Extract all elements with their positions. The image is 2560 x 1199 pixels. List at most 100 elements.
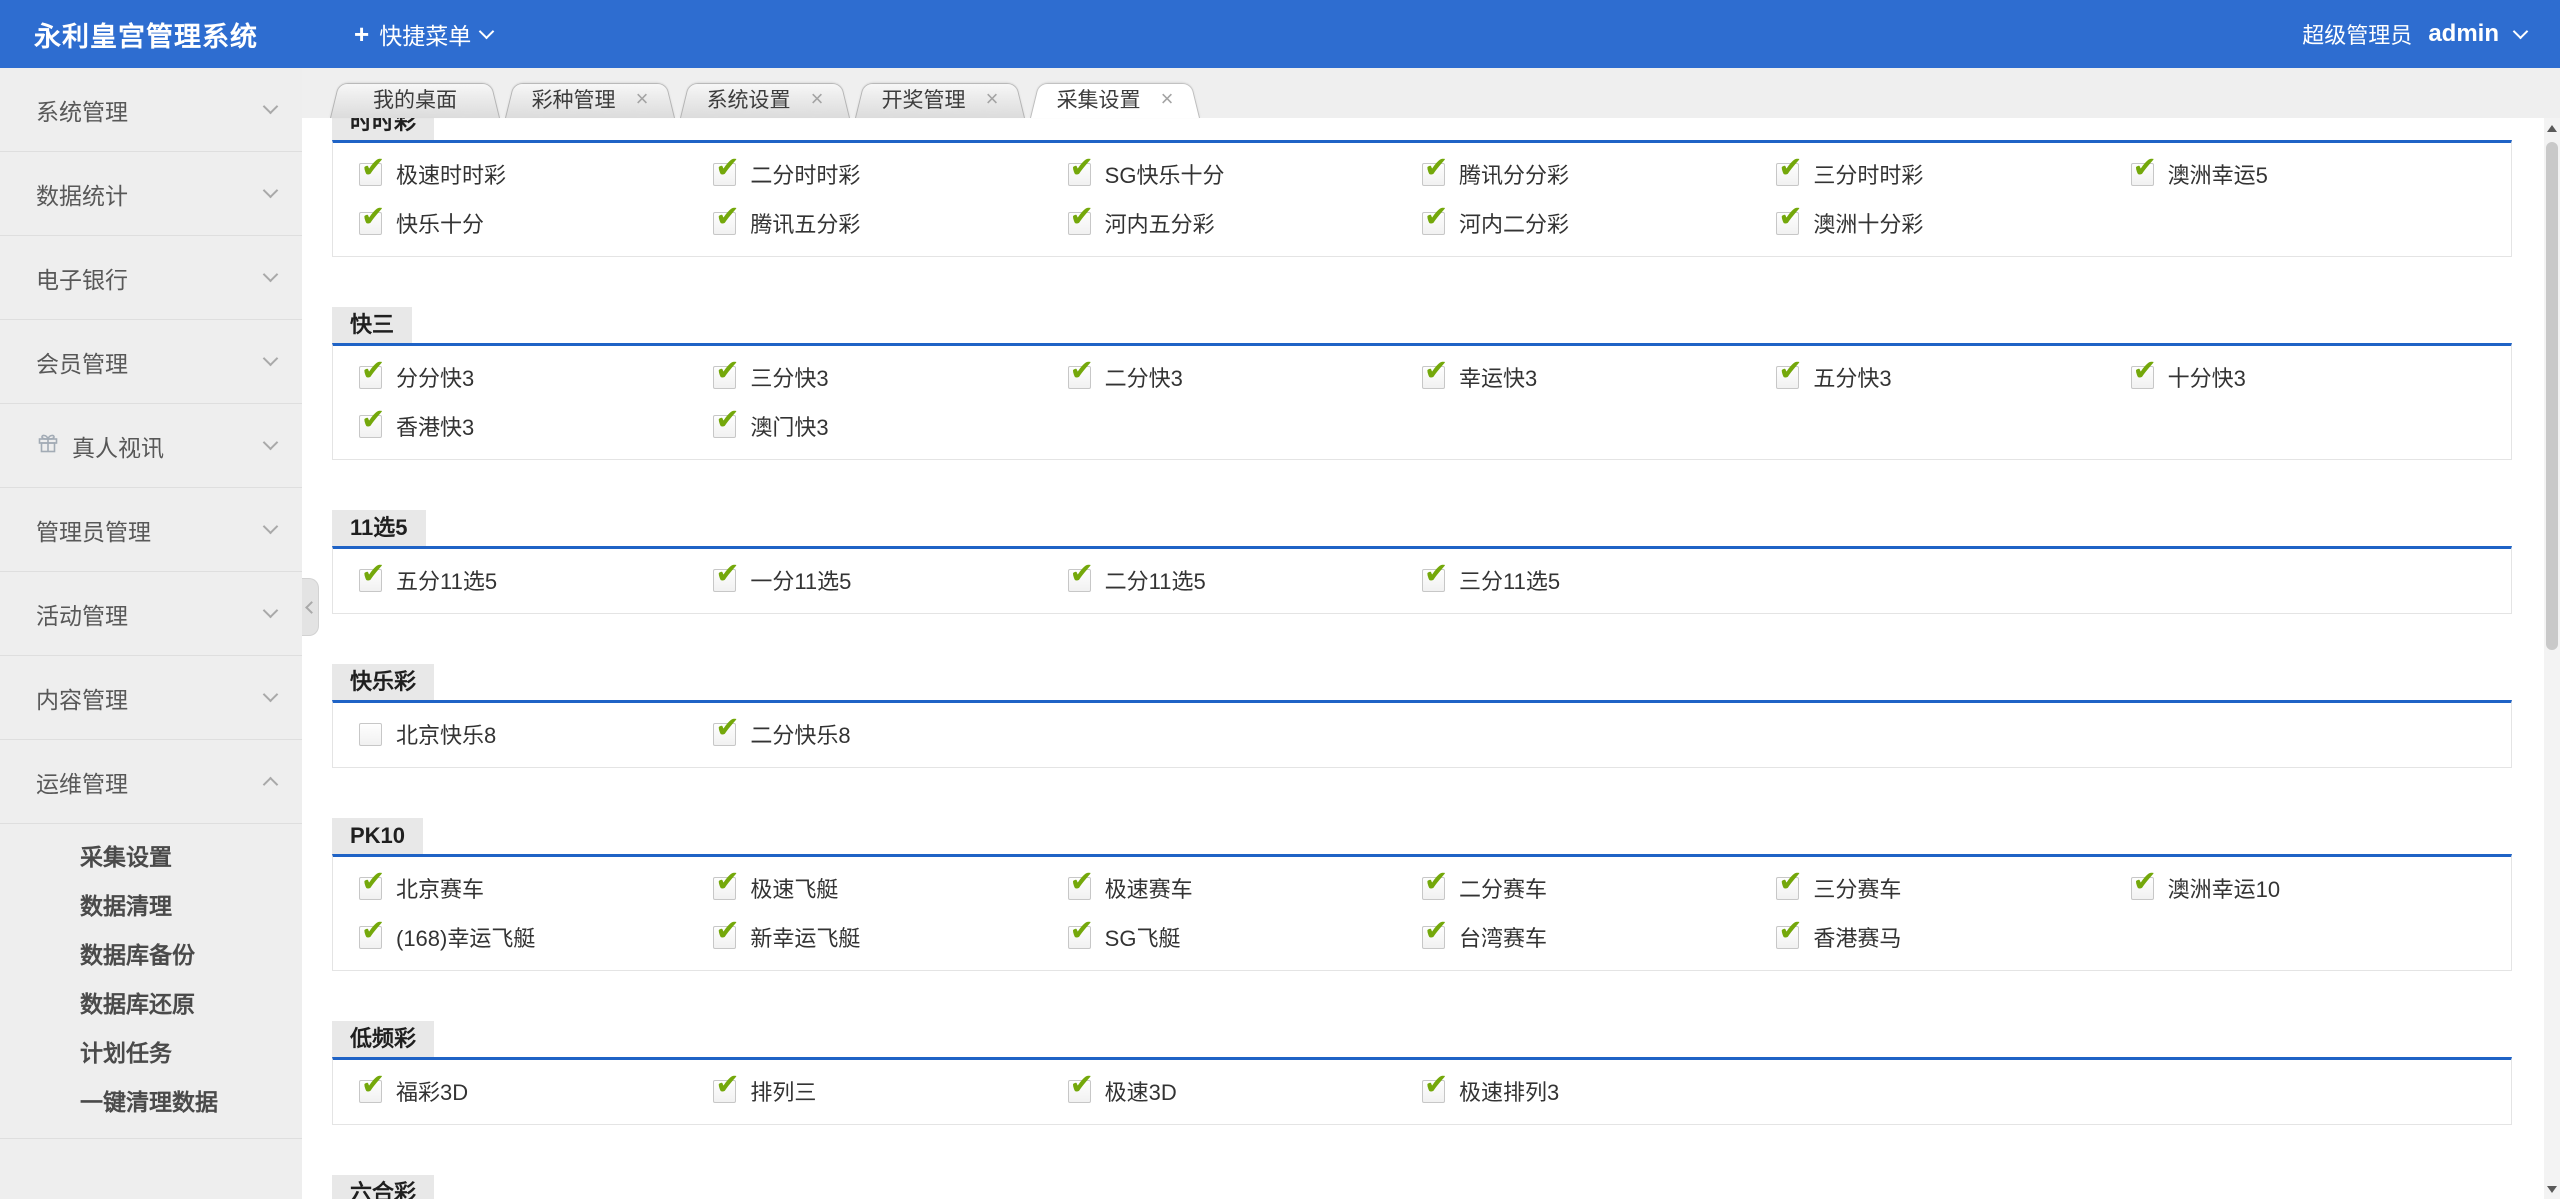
checkbox-checked[interactable] (1068, 212, 1091, 235)
tab-close-icon[interactable]: × (636, 88, 649, 110)
checkbox-label: 台湾赛车 (1459, 921, 1547, 953)
checkbox-checked[interactable] (1422, 1080, 1445, 1103)
checkbox-item: 极速赛车 (1068, 870, 1422, 906)
checkbox-checked[interactable] (1422, 163, 1445, 186)
checkbox-checked[interactable] (359, 877, 382, 900)
checkbox-label: 北京快乐8 (396, 718, 496, 750)
sidebar-collapse-handle[interactable] (302, 578, 319, 636)
section-panel: 极速时时彩二分时时彩SG快乐十分腾讯分分彩三分时时彩澳洲幸运5快乐十分腾讯五分彩… (332, 140, 2512, 257)
checkbox-checked[interactable] (1776, 212, 1799, 235)
checkbox-item: 澳洲十分彩 (1776, 205, 2130, 241)
checkbox-checked[interactable] (713, 926, 736, 949)
sidebar-item[interactable]: 活动管理 (0, 572, 302, 656)
tab[interactable]: 开奖管理× (855, 79, 1025, 118)
checkbox-checked[interactable] (713, 723, 736, 746)
checkbox-checked[interactable] (1422, 569, 1445, 592)
tab-close-icon[interactable]: × (1161, 88, 1174, 110)
section-panel: 五分11选5一分11选5二分11选5三分11选5 (332, 546, 2512, 614)
chevron-down-icon (263, 267, 279, 283)
chevron-up-icon (263, 777, 279, 793)
section-panel: 福彩3D排列三极速3D极速排列3 (332, 1057, 2512, 1125)
checkbox-checked[interactable] (1422, 366, 1445, 389)
checkbox-item: 五分快3 (1776, 359, 2130, 395)
tab[interactable]: 彩种管理× (505, 79, 675, 118)
top-header: 永利皇宫管理系统 + 快捷菜单 超级管理员 admin (0, 0, 2560, 68)
checkbox-checked[interactable] (713, 877, 736, 900)
checkbox-label: 河内五分彩 (1105, 207, 1215, 239)
checkbox-item: 新幸运飞艇 (713, 919, 1067, 955)
user-chevron-down-icon[interactable] (2513, 23, 2529, 39)
quick-menu-button[interactable]: + 快捷菜单 (354, 17, 492, 51)
sidebar-item[interactable]: 管理员管理 (0, 488, 302, 572)
user-menu[interactable]: admin (2428, 20, 2499, 48)
sidebar-subitem[interactable]: 数据清理 (0, 879, 302, 928)
tab[interactable]: 采集设置× (1030, 79, 1200, 118)
checkbox-checked[interactable] (1422, 926, 1445, 949)
checkbox-checked[interactable] (713, 415, 736, 438)
checkbox-checked[interactable] (1422, 877, 1445, 900)
scroll-up-arrow[interactable] (2544, 120, 2560, 136)
checkbox-item: 河内五分彩 (1068, 205, 1422, 241)
sidebar-item[interactable]: 数据统计 (0, 152, 302, 236)
sidebar-subitem[interactable]: 采集设置 (0, 830, 302, 879)
scroll-down-arrow[interactable] (2544, 1181, 2560, 1197)
tab[interactable]: 系统设置× (680, 79, 850, 118)
sidebar-item-text: 真人视讯 (72, 429, 164, 463)
sidebar-item[interactable]: 电子银行 (0, 236, 302, 320)
checkbox-checked[interactable] (1776, 926, 1799, 949)
vertical-scrollbar[interactable] (2544, 118, 2560, 1199)
lottery-section: 11选5五分11选5一分11选5二分11选5三分11选5 (332, 510, 2512, 614)
checkbox-checked[interactable] (359, 1080, 382, 1103)
checkbox-item: (168)幸运飞艇 (359, 919, 713, 955)
checkbox-unchecked[interactable] (359, 723, 382, 746)
checkbox-checked[interactable] (359, 366, 382, 389)
checkbox-label: 腾讯分分彩 (1459, 158, 1569, 190)
checkbox-checked[interactable] (359, 415, 382, 438)
checkbox-checked[interactable] (713, 212, 736, 235)
checkbox-checked[interactable] (2131, 877, 2154, 900)
checkbox-label: SG飞艇 (1105, 921, 1181, 953)
checkbox-checked[interactable] (1422, 212, 1445, 235)
checkbox-checked[interactable] (1068, 163, 1091, 186)
tab[interactable]: 我的桌面 (330, 79, 500, 118)
tab-bar: 我的桌面彩种管理×系统设置×开奖管理×采集设置× (302, 68, 2560, 118)
checkbox-label: SG快乐十分 (1105, 158, 1225, 190)
tab-close-icon[interactable]: × (986, 88, 999, 110)
checkbox-checked[interactable] (1068, 926, 1091, 949)
scrollbar-thumb[interactable] (2546, 142, 2558, 650)
chevron-down-icon (263, 519, 279, 535)
sidebar-item[interactable]: 内容管理 (0, 656, 302, 740)
sidebar-item[interactable]: 系统管理 (0, 68, 302, 152)
checkbox-label: 澳洲十分彩 (1813, 207, 1923, 239)
sidebar-subitem[interactable]: 数据库备份 (0, 928, 302, 977)
checkbox-checked[interactable] (1068, 1080, 1091, 1103)
checkbox-checked[interactable] (1068, 877, 1091, 900)
sidebar-item[interactable]: 运维管理 (0, 740, 302, 824)
checkbox-label: 澳门快3 (750, 410, 828, 442)
checkbox-checked[interactable] (2131, 163, 2154, 186)
checkbox-checked[interactable] (1068, 366, 1091, 389)
checkbox-checked[interactable] (359, 212, 382, 235)
checkbox-checked[interactable] (1776, 877, 1799, 900)
checkbox-checked[interactable] (713, 569, 736, 592)
checkbox-checked[interactable] (359, 163, 382, 186)
checkbox-checked[interactable] (359, 926, 382, 949)
checkbox-checked[interactable] (1776, 163, 1799, 186)
checkbox-checked[interactable] (1068, 569, 1091, 592)
sidebar-subitem[interactable]: 一键清理数据 (0, 1075, 302, 1124)
checkbox-checked[interactable] (2131, 366, 2154, 389)
checkbox-item: 二分时时彩 (713, 156, 1067, 192)
checkbox-checked[interactable] (713, 1080, 736, 1103)
sidebar-subitem[interactable]: 计划任务 (0, 1026, 302, 1075)
checkbox-checked[interactable] (713, 366, 736, 389)
checkbox-item: 极速时时彩 (359, 156, 713, 192)
checkbox-label: 五分快3 (1813, 361, 1891, 393)
checkbox-checked[interactable] (713, 163, 736, 186)
tab-close-icon[interactable]: × (811, 88, 824, 110)
checkbox-checked[interactable] (359, 569, 382, 592)
sidebar-item[interactable]: 真人视讯 (0, 404, 302, 488)
sidebar-subitem[interactable]: 数据库还原 (0, 977, 302, 1026)
sidebar-item-label: 系统管理 (36, 93, 265, 127)
checkbox-checked[interactable] (1776, 366, 1799, 389)
sidebar-item[interactable]: 会员管理 (0, 320, 302, 404)
